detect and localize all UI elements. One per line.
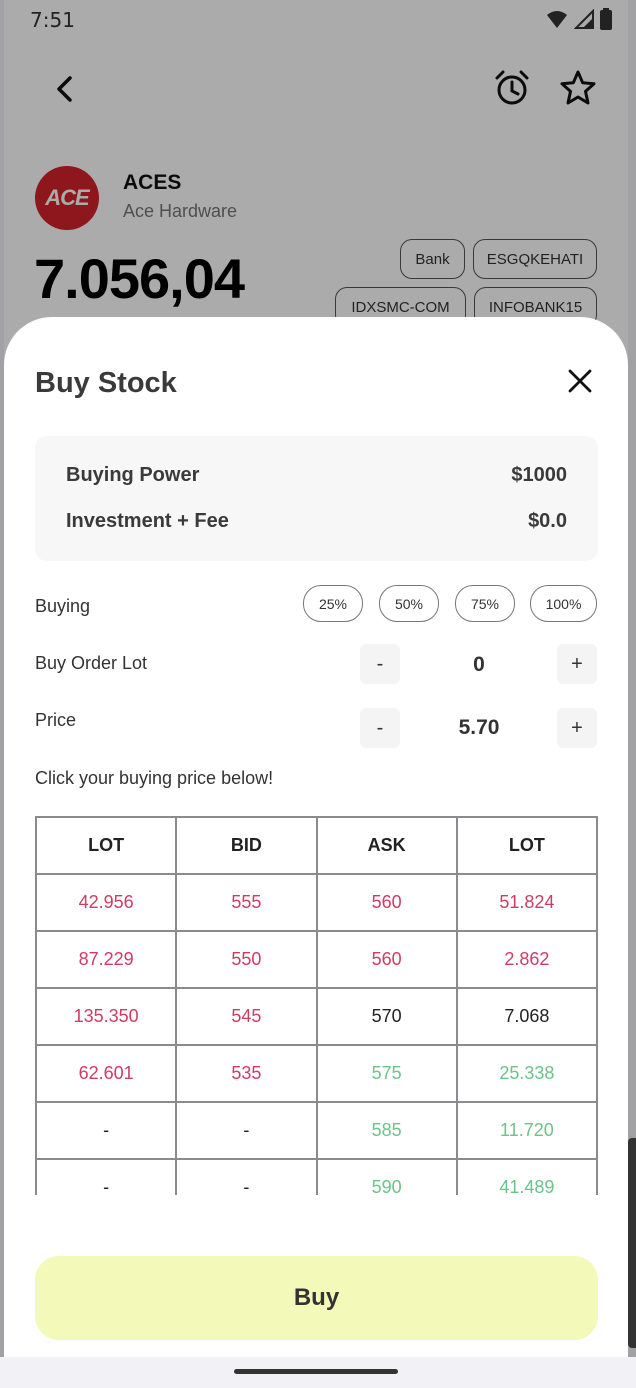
close-icon (568, 369, 592, 393)
bid-lot-cell[interactable]: - (35, 1158, 178, 1195)
bid-price-cell[interactable]: 535 (175, 1044, 318, 1103)
investment-label: Investment + Fee (66, 510, 229, 532)
close-button[interactable] (560, 361, 600, 401)
bid-price-cell[interactable]: - (175, 1158, 318, 1195)
home-indicator[interactable] (234, 1369, 398, 1374)
ask-lot-cell[interactable]: 2.862 (455, 930, 598, 989)
bid-lot-cell[interactable]: - (35, 1101, 178, 1160)
percent-50-button[interactable]: 50% (379, 585, 439, 622)
order-book: LOT BID ASK LOT 42.956 555 560 51.824 87.229… (35, 816, 598, 1195)
table-row[interactable]: - -590 41.489 (35, 1158, 598, 1195)
bid-lot-cell[interactable]: 135.350 (35, 987, 178, 1046)
percent-25-button[interactable]: 25% (303, 585, 363, 622)
lot-value[interactable]: 0 (424, 653, 534, 677)
header-ask-lot: LOT (455, 816, 598, 875)
percent-100-button[interactable]: 100% (530, 585, 597, 622)
header-bid-lot: LOT (35, 816, 178, 875)
ask-price-cell[interactable]: 560 (315, 930, 458, 989)
header-bid: BID (175, 816, 318, 875)
investment-row: Investment + Fee $0.0 (66, 510, 567, 533)
price-increment-button[interactable]: + (557, 708, 597, 748)
table-row[interactable]: 135.350 545 570 7.068 (35, 987, 598, 1046)
bid-price-cell[interactable]: - (175, 1101, 318, 1160)
ask-lot-cell[interactable]: 11.720 (455, 1101, 598, 1160)
bid-lot-cell[interactable]: 42.956 (35, 873, 178, 932)
ask-lot-cell[interactable]: 25.338 (455, 1044, 598, 1103)
header-ask: ASK (315, 816, 458, 875)
table-row[interactable]: 62.601 535 575 25.338 (35, 1044, 598, 1103)
buy-button[interactable]: Buy (35, 1256, 598, 1340)
ask-price-cell[interactable]: 560 (315, 873, 458, 932)
ask-price-cell[interactable]: 585 (315, 1101, 458, 1160)
lot-label: Buy Order Lot (35, 653, 148, 673)
ask-price-cell[interactable]: 575 (315, 1044, 458, 1103)
investment-value: $0.0 (528, 510, 567, 532)
ask-lot-cell[interactable]: 51.824 (455, 873, 598, 932)
percent-75-button[interactable]: 75% (455, 585, 515, 622)
buying-power-row: Buying Power $1000 (66, 464, 567, 487)
price-label: Price (35, 710, 77, 730)
price-value[interactable]: 5.70 (424, 716, 534, 740)
buying-power-label: Buying Power (66, 464, 200, 486)
bid-lot-cell[interactable]: 62.601 (35, 1044, 178, 1103)
ask-lot-cell[interactable]: 7.068 (455, 987, 598, 1046)
order-book-table: LOT BID ASK LOT 42.956 555 560 51.824 87.229… (35, 816, 598, 1195)
lot-decrement-button[interactable]: - (360, 644, 400, 684)
buying-power-value: $1000 (511, 464, 567, 486)
ask-lot-cell[interactable]: 41.489 (455, 1158, 598, 1195)
bid-price-cell[interactable]: 555 (175, 873, 318, 932)
ask-price-cell[interactable]: 570 (315, 987, 458, 1046)
table-row[interactable]: 42.956 555 560 51.824 (35, 873, 598, 932)
bid-price-cell[interactable]: 550 (175, 930, 318, 989)
bid-price-cell[interactable]: 545 (175, 987, 318, 1046)
sheet-title: Buy Stock (35, 367, 177, 399)
table-row[interactable]: 87.229 550 560 2.862 (35, 930, 598, 989)
order-book-body: 42.956 555 560 51.824 87.229 550 560 2.862 135.3… (35, 873, 598, 1195)
lot-increment-button[interactable]: + (557, 644, 597, 684)
buying-label: Buying (35, 596, 91, 616)
buying-power-card: Buying Power $1000 Investment + Fee $0.0 (35, 436, 598, 561)
table-row[interactable]: - -585 11.720 (35, 1101, 598, 1160)
order-book-header: LOT BID ASK LOT (35, 816, 598, 875)
scroll-edge-indicator (628, 1138, 636, 1348)
price-decrement-button[interactable]: - (360, 708, 400, 748)
price-hint: Click your buying price below! (35, 768, 274, 788)
bid-lot-cell[interactable]: 87.229 (35, 930, 178, 989)
ask-price-cell[interactable]: 590 (315, 1158, 458, 1195)
buy-stock-sheet: Buy Stock Buying Power $1000 Investment … (4, 317, 628, 1357)
